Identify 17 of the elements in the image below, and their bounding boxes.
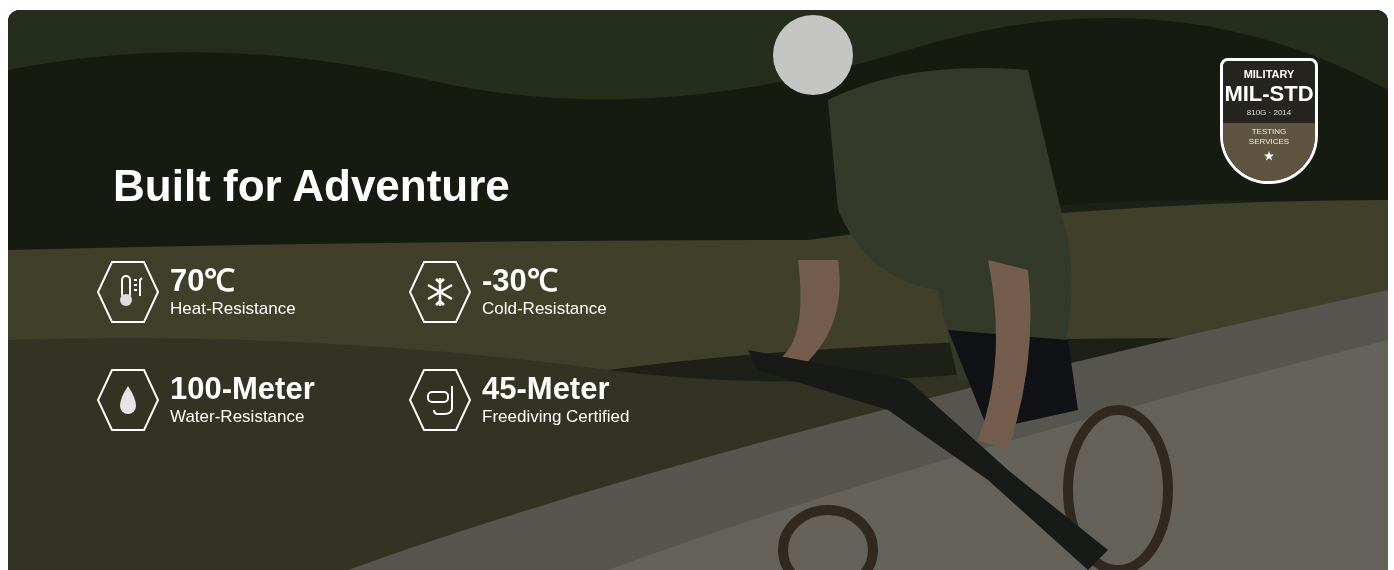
feature-label: Heat-Resistance <box>170 298 296 320</box>
feature-label: Cold-Resistance <box>482 298 607 320</box>
thermometer-icon <box>96 260 160 324</box>
feature-value: 70℃ <box>170 264 237 298</box>
star-icon <box>1264 151 1274 161</box>
badge-text: TESTING SERVICES <box>1248 127 1290 147</box>
feature-label: Freediving Certified <box>482 406 630 428</box>
heading: Built for Adventure <box>113 160 511 212</box>
feature-label: Water-Resistance <box>170 406 306 428</box>
feature-value: 100-Meter <box>170 372 315 406</box>
feature-value: -30℃ <box>482 264 559 298</box>
badge-title: MIL-STD <box>1224 81 1314 107</box>
badge-subtitle: 810G · 2014 <box>1246 107 1292 119</box>
snowflake-icon <box>408 260 472 324</box>
water-drop-icon <box>96 368 160 432</box>
badge-label: MILITARY <box>1243 67 1295 81</box>
feature-value: 45-Meter <box>482 372 611 406</box>
